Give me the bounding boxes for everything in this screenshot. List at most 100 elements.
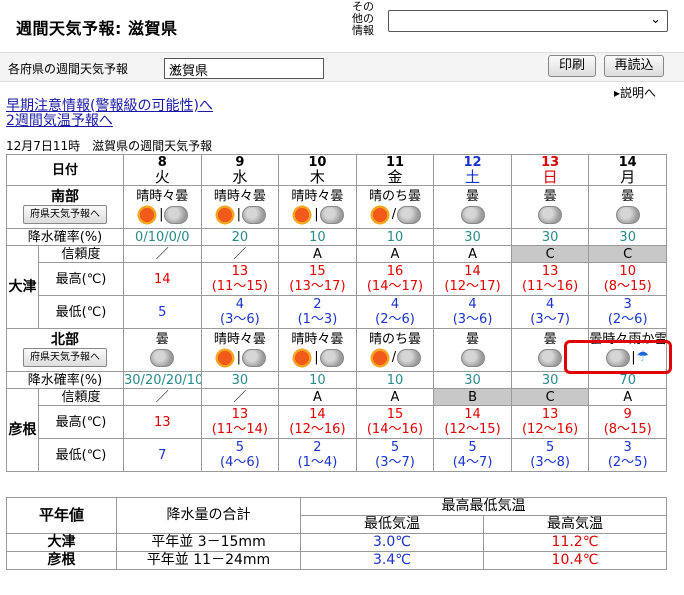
max-label: 最高(℃): [37, 405, 125, 439]
min-temp-cell: 4 (2～6): [355, 295, 435, 329]
min-temp-cell: 4 (3～7): [510, 295, 590, 329]
reliability-value: ／: [123, 388, 202, 406]
reliability-value: ／: [200, 245, 280, 263]
other-info-select[interactable]: ⌄: [388, 10, 668, 32]
max-temp-header: 最高気温: [483, 515, 667, 534]
reliability-value: C: [510, 245, 590, 263]
sun-icon: [291, 203, 314, 226]
max-temp-cell: 13 (11～16): [510, 262, 590, 296]
weather-cell: 晴時々曇 |: [200, 328, 280, 372]
max-temp-cell: 14 (12～17): [433, 262, 512, 296]
max-temp-cell: 15 (13～17): [278, 262, 357, 296]
reliability-value: A: [355, 245, 435, 263]
pref-forecast-button[interactable]: 府県天気予報へ: [23, 205, 107, 224]
reliability-label: 信頼度: [37, 245, 125, 263]
weather-text: 曇: [621, 188, 635, 204]
cloud-icon: [460, 348, 485, 367]
min-temp-cell: 4 (3～6): [200, 295, 280, 329]
cloud-icon: [242, 205, 267, 224]
max-temp-cell: 16 (14～17): [355, 262, 435, 296]
cloud-icon: [538, 348, 563, 367]
precip-value: 30: [510, 371, 590, 389]
date-row: 日付 8 火 9 水 10 木 11 金 12 土 13 日 14 月: [5, 154, 667, 186]
min-temp-cell: 2 (1～3): [278, 295, 357, 329]
precip-value: 0/10/0/0: [123, 228, 202, 246]
reliability-label: 信頼度: [37, 388, 125, 406]
min-temp-cell: 5: [123, 295, 202, 329]
precip-label: 降水確率(%): [5, 228, 125, 246]
reliability-value: A: [278, 388, 357, 406]
min-temp-cell: 3 (2～5): [588, 438, 667, 472]
max-temp-cell: 10 (8～15): [588, 262, 667, 296]
chevron-down-icon: ⌄: [650, 12, 661, 27]
weather-cell: 晴時々曇 |: [278, 328, 357, 372]
weather-cell: 晴時々曇 |: [123, 185, 202, 229]
precip-value: 30: [200, 371, 280, 389]
pref-select-label: 各府県の週間天気予報: [8, 62, 129, 76]
min-temp-cell: 5 (4～7): [433, 438, 512, 472]
day-header: 10 木: [278, 154, 357, 186]
precip-total-header: 降水量の合計: [116, 497, 301, 534]
cloud-icon: [242, 348, 267, 367]
max-temp-cell: 13: [123, 405, 202, 439]
reload-button[interactable]: 再読込: [604, 55, 664, 77]
max-temp-cell: 13 (11～14): [200, 405, 280, 439]
pref-forecast-button[interactable]: 府県天気予報へ: [23, 348, 107, 367]
min-temp-header: 最低気温: [300, 515, 484, 534]
max-temp-cell: 14 (12～16): [278, 405, 357, 439]
weather-row: 南部 府県天気予報へ 晴時々曇 | 晴時々曇 | 晴時々曇 | 晴のち曇 / 曇曇曇: [5, 185, 667, 229]
temp-header: 最高最低気温: [300, 497, 667, 516]
day-header: 11 金: [355, 154, 435, 186]
weather-text: 晴のち曇: [368, 188, 421, 204]
min-temp-cell: 2 (1～4): [278, 438, 357, 472]
region-name: 南部: [51, 189, 79, 205]
min-label: 最低(℃): [37, 295, 125, 329]
day-header: 9水: [200, 154, 280, 186]
reliability-value: A: [588, 388, 667, 406]
two-week-link[interactable]: 2週間気温予報へ: [6, 110, 113, 130]
cloud-icon: [150, 348, 175, 367]
precip-value: 10: [278, 228, 357, 246]
table-row: 彦根 平年並 11－24mm 3.4℃ 10.4℃: [6, 551, 667, 570]
chevron-down-icon: ⌄: [169, 59, 180, 74]
weather-cell: 曇: [123, 328, 202, 372]
cloud-icon: [397, 348, 422, 367]
reliability-value: ／: [200, 388, 280, 406]
precip-value: 30: [588, 228, 667, 246]
min-label: 最低(℃): [37, 438, 125, 472]
cloud-icon: [319, 348, 344, 367]
precip-value: 30/20/20/10: [123, 371, 202, 389]
min-temp-cell: 7: [123, 438, 202, 472]
region-name: 北部: [51, 332, 79, 348]
min-temp-cell: 3 (2～6): [588, 295, 667, 329]
cloud-icon: [319, 205, 344, 224]
reliability-row: 大津 信頼度／／ A A A C C: [6, 245, 667, 329]
precip-value: 20: [200, 228, 280, 246]
min-temp-row: 最低(℃) 7 5 (4～6) 2 (1～4) 5 (3～7) 5 (4～7) 5 (3～8) 3 (2～…: [7, 438, 667, 472]
normals-title: 平年値: [6, 497, 117, 534]
day-header: 12 土: [433, 154, 512, 186]
reliability-value: A: [355, 388, 435, 406]
weather-cell: 晴のち曇 /: [355, 185, 435, 229]
forecast-table: 日付 8 火 9 水 10 木 11 金 12 土 13 日 14 月 南部 府県天気予報へ 晴時々曇 | 晴時々…: [5, 154, 667, 472]
highlight-box: [564, 340, 672, 374]
print-button[interactable]: 印刷: [548, 55, 596, 77]
weather-text: 晴時々曇: [213, 331, 266, 347]
weather-cell: 晴時々曇 |: [278, 185, 357, 229]
min-temp-cell: 5 (3～8): [510, 438, 590, 472]
help-link[interactable]: ▸説明へ: [614, 84, 656, 101]
precip-value: 10: [355, 228, 435, 246]
sun-icon: [136, 203, 159, 226]
precip-row: 降水確率(%) 30/20/20/10 30 10 10 30 30 70: [5, 371, 667, 389]
weather-text: 曇: [543, 188, 557, 204]
header: 週間天気予報: 滋賀県 その 他の 情報 ⌄: [0, 0, 684, 48]
weather-cell: 曇: [510, 185, 590, 229]
max-temp-cell: 13 (12～16): [510, 405, 590, 439]
weather-text: 曇: [466, 331, 480, 347]
max-temp-cell: 15 (14～16): [355, 405, 435, 439]
reliability-value: A: [278, 245, 357, 263]
pref-select[interactable]: 滋賀県 ⌄: [164, 58, 324, 79]
max-temp-cell: 13 (11～15): [200, 262, 280, 296]
normals-table: 平年値 降水量の合計 最高最低気温 最低気温 最高気温 大津 平年並 3－15m…: [6, 497, 667, 570]
max-temp-cell: 9 (8～15): [588, 405, 667, 439]
